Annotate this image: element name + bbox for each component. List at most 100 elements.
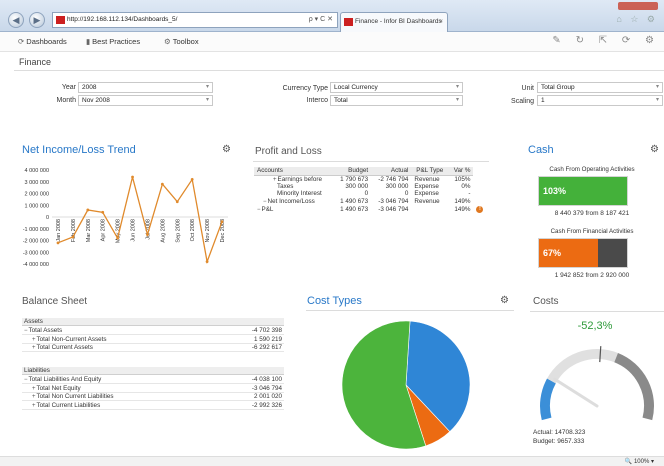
year-value: 2008: [82, 84, 97, 91]
pnl-divider: [253, 161, 489, 162]
pnl-budget-cell: 1 790 673: [340, 175, 369, 183]
pnl-header-cell[interactable]: Budget: [333, 167, 372, 176]
balance-row-label: +Total Current Assets: [22, 344, 93, 351]
series-line: [57, 176, 223, 265]
data-point[interactable]: [101, 210, 105, 214]
expand-icon[interactable]: +: [273, 177, 277, 183]
pnl-row[interactable]: Taxes 300 000 300 000 Expense 0%: [254, 183, 488, 191]
balance-row-value: -6 292 617: [251, 344, 282, 351]
cash-operating-bar: 103%: [538, 176, 628, 206]
chevron-down-icon: ▾: [205, 84, 209, 90]
expand-icon[interactable]: +: [32, 394, 36, 400]
scaling-select[interactable]: 1 ▾: [537, 95, 663, 106]
x-tick-label: Jun 2008: [131, 219, 137, 242]
gauge-target-marker: [599, 346, 602, 363]
unit-value: Total Group: [541, 84, 575, 91]
balance-row-label: +Total Non-Current Assets: [22, 336, 107, 343]
cost-types-settings-gear-icon[interactable]: ⚙: [500, 295, 509, 306]
data-point[interactable]: [175, 200, 179, 204]
balance-row[interactable]: −Total Liabilities And Equity -4 038 100: [22, 376, 284, 384]
data-point[interactable]: [190, 178, 194, 181]
pnl-var-cell: -: [468, 190, 471, 198]
nav-best-practices-label: Best Practices: [92, 37, 141, 46]
address-tools[interactable]: ρ ▾ C ✕: [309, 13, 333, 27]
costs-budget: Budget: 9657.333: [533, 438, 585, 445]
nav-toolbox[interactable]: ⚙ Toolbox: [164, 37, 199, 46]
chevron-down-icon: ▾: [205, 97, 209, 103]
zoom-level[interactable]: 🔍 100% ▾: [625, 458, 654, 465]
data-point[interactable]: [220, 220, 224, 224]
pnl-account-name: Minority Interest: [277, 190, 322, 198]
cash-title: Cash: [528, 144, 554, 156]
title-divider: [14, 70, 664, 71]
pnl-row[interactable]: −P&L 1 490 673 -3 046 794 149%!: [254, 205, 488, 214]
net-income-settings-gear-icon[interactable]: ⚙: [222, 144, 231, 155]
expand-icon[interactable]: +: [32, 403, 36, 409]
browser-right-icons[interactable]: ⌂ ☆ ⚙: [616, 14, 658, 25]
collapse-icon[interactable]: −: [24, 328, 28, 334]
liabilities-section-header: Liabilities: [22, 367, 284, 375]
data-point[interactable]: [116, 236, 120, 240]
balance-row-text: Total Liabilities And Equity: [28, 376, 102, 383]
pnl-account-name: Taxes: [277, 182, 294, 190]
year-select[interactable]: 2008 ▾: [78, 82, 213, 93]
app-toolbar: ⟳ Dashboards ▮ Best Practices ⚙ Toolbox ✎ ↻…: [0, 32, 664, 52]
cash-financial-label: Cash From Financial Activities: [550, 228, 634, 235]
expand-icon[interactable]: +: [32, 345, 36, 351]
unit-select[interactable]: Total Group ▾: [537, 82, 663, 93]
data-point[interactable]: [146, 233, 149, 237]
collapse-icon[interactable]: −: [257, 207, 261, 213]
collapse-icon[interactable]: −: [263, 199, 267, 205]
balance-row[interactable]: +Total Non-Current Assets 1 590 219: [22, 336, 284, 344]
data-point[interactable]: [131, 175, 134, 179]
cash-settings-gear-icon[interactable]: ⚙: [650, 144, 659, 155]
balance-row[interactable]: +Total Net Equity -3 046 794: [22, 385, 284, 393]
data-point[interactable]: [160, 182, 164, 186]
gauge-band-low: [540, 378, 556, 421]
net-income-title: Net Income/Loss Trend: [22, 144, 136, 156]
balance-row[interactable]: −Total Assets -4 702 398: [22, 327, 284, 335]
site-favicon-icon: [56, 16, 65, 24]
pnl-row[interactable]: −Net Income/Loss 1 490 673 -3 046 794 Reven…: [254, 198, 488, 206]
pnl-budget-cell: 0: [364, 190, 369, 198]
balance-row[interactable]: +Total Current Assets -6 292 617: [22, 344, 284, 352]
window-controls[interactable]: [618, 2, 658, 10]
data-point[interactable]: [86, 208, 90, 212]
warning-icon[interactable]: !: [476, 206, 484, 214]
pnl-row[interactable]: Minority Interest 0 0 Expense -: [254, 190, 488, 198]
x-tick-label: Jan 2008: [56, 219, 62, 242]
data-point[interactable]: [71, 235, 75, 239]
pnl-header-cell[interactable]: P&L Type: [411, 167, 449, 176]
balance-row[interactable]: +Total Non Current Liabilities 2 001 020: [22, 393, 284, 401]
chevron-down-icon: ▾: [655, 97, 659, 103]
browser-tab[interactable]: Finance - Infor BI Dashboards ×: [340, 12, 448, 32]
tab-close-icon[interactable]: ×: [439, 13, 443, 31]
pnl-row[interactable]: +Earnings before 1 790 673 -2 746 794 Reven…: [254, 175, 488, 183]
address-bar[interactable]: http://192.168.112.134/Dashboards_5/ ρ ▾…: [52, 12, 338, 28]
balance-row[interactable]: +Total Current Liabilities -2 992 326: [22, 402, 284, 410]
costs-title: Costs: [533, 296, 559, 307]
data-point[interactable]: [56, 241, 60, 245]
back-arrow-icon[interactable]: ◀: [8, 12, 24, 28]
nav-best-practices[interactable]: ▮ Best Practices: [86, 37, 140, 46]
nav-dashboards-label: Dashboards: [26, 37, 67, 46]
gauge-needle: [553, 377, 599, 408]
year-label: Year: [61, 84, 76, 91]
month-select[interactable]: Nov 2008 ▾: [78, 95, 213, 106]
collapse-icon[interactable]: −: [24, 377, 28, 383]
x-tick-label: Mar 2008: [86, 219, 92, 242]
data-point[interactable]: [205, 260, 209, 264]
nav-dashboards[interactable]: ⟳ Dashboards: [18, 37, 67, 46]
cash-operating-fill: 103%: [539, 177, 627, 205]
pnl-header-cell[interactable]: Actual: [371, 167, 412, 176]
interco-select[interactable]: Total ▾: [330, 95, 463, 106]
status-bar: 🔍 100% ▾: [0, 456, 664, 466]
pnl-header-cell[interactable]: Var %: [448, 167, 474, 176]
toolbar-action-icons[interactable]: ✎ ↻ ⇱ ⟳ ⚙: [552, 35, 660, 46]
expand-icon[interactable]: +: [32, 337, 36, 343]
forward-arrow-icon[interactable]: ▶: [29, 12, 45, 28]
cash-financial-detail: 1 942 852 from 2 920 000: [554, 272, 630, 279]
currency-type-select[interactable]: Local Currency ▾: [330, 82, 463, 93]
expand-icon[interactable]: +: [32, 386, 36, 392]
pnl-header-cell[interactable]: Accounts: [254, 167, 334, 176]
